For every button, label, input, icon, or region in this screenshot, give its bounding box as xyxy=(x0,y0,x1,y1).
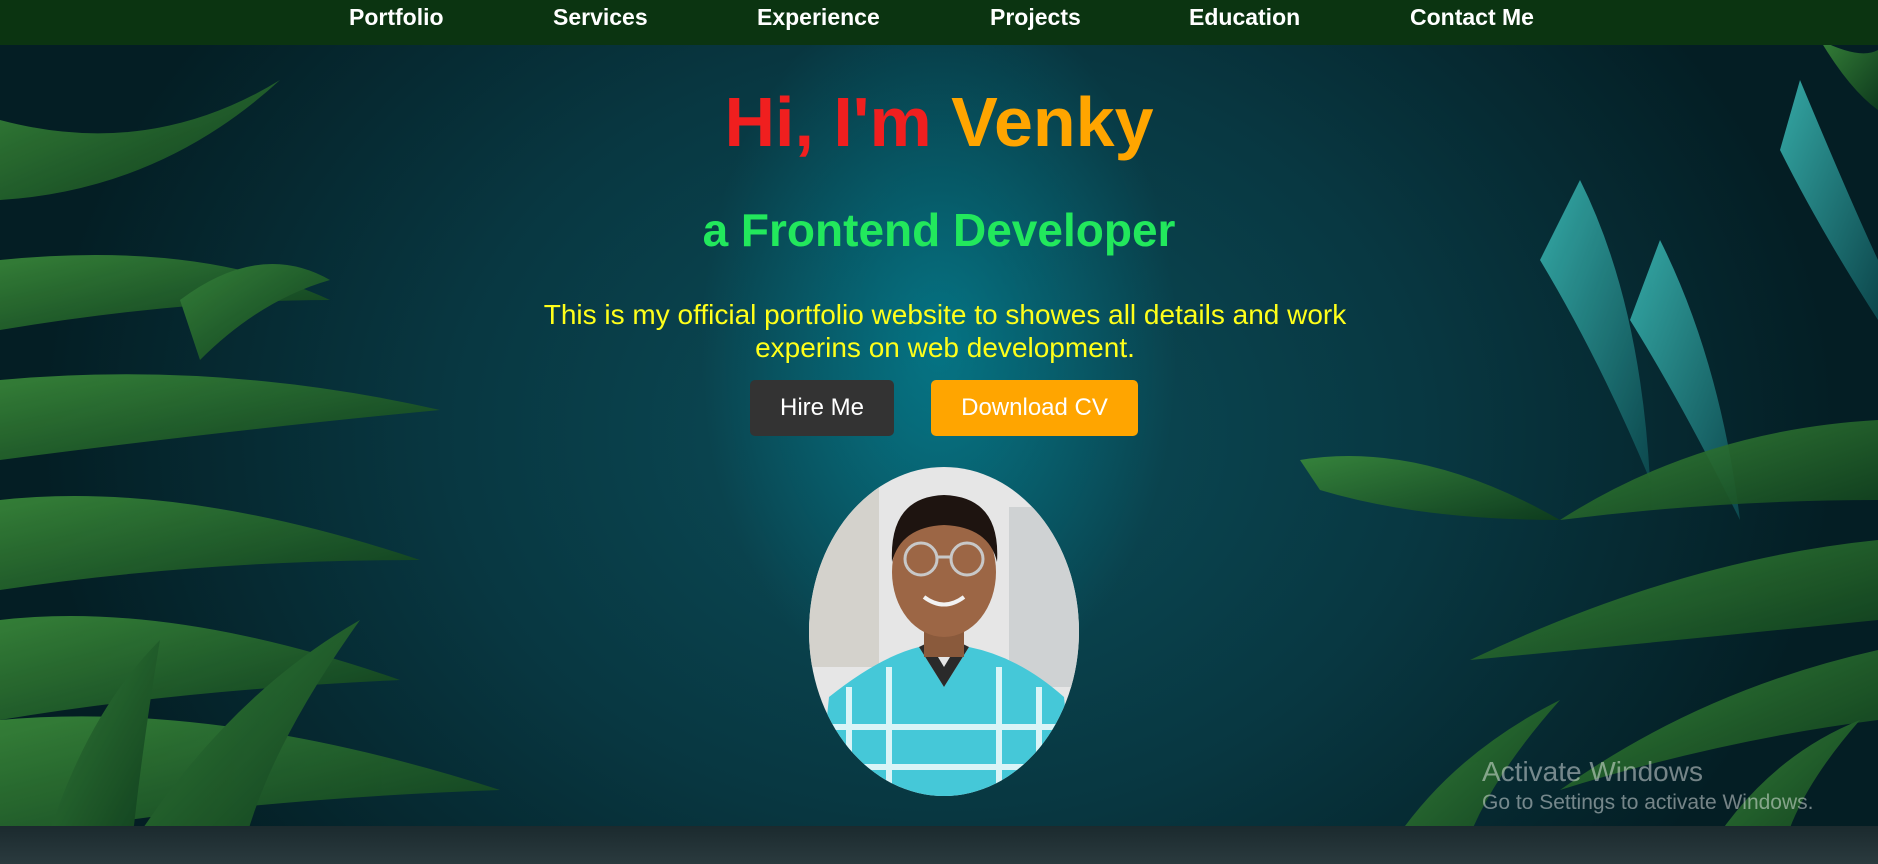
nav-portfolio[interactable]: Portfolio xyxy=(349,0,444,35)
watermark-subtitle: Go to Settings to activate Windows. xyxy=(1482,791,1814,814)
nav-services[interactable]: Services xyxy=(553,0,648,35)
top-navigation: Portfolio Services Experience Projects E… xyxy=(0,0,1878,45)
nav-contact-me[interactable]: Contact Me xyxy=(1410,0,1534,35)
hero-role: a Frontend Developer xyxy=(702,204,1176,256)
nav-education[interactable]: Education xyxy=(1189,0,1300,35)
hero-section: Hi, I'm Venky a Frontend Developer This … xyxy=(0,0,1878,864)
nav-experience[interactable]: Experience xyxy=(757,0,880,35)
activate-windows-watermark: Activate Windows Go to Settings to activ… xyxy=(1482,755,1814,817)
watermark-title: Activate Windows xyxy=(1482,756,1703,787)
download-cv-button[interactable]: Download CV xyxy=(931,380,1138,436)
hire-me-button[interactable]: Hire Me xyxy=(750,380,894,436)
hero-description: This is my official portfolio website to… xyxy=(543,299,1347,363)
nav-projects[interactable]: Projects xyxy=(990,0,1081,35)
profile-photo xyxy=(809,467,1079,796)
hero-name: Venky xyxy=(951,83,1154,161)
hero-title: Hi, I'm Venky xyxy=(0,82,1878,162)
hero-greeting: Hi, I'm xyxy=(724,83,952,161)
